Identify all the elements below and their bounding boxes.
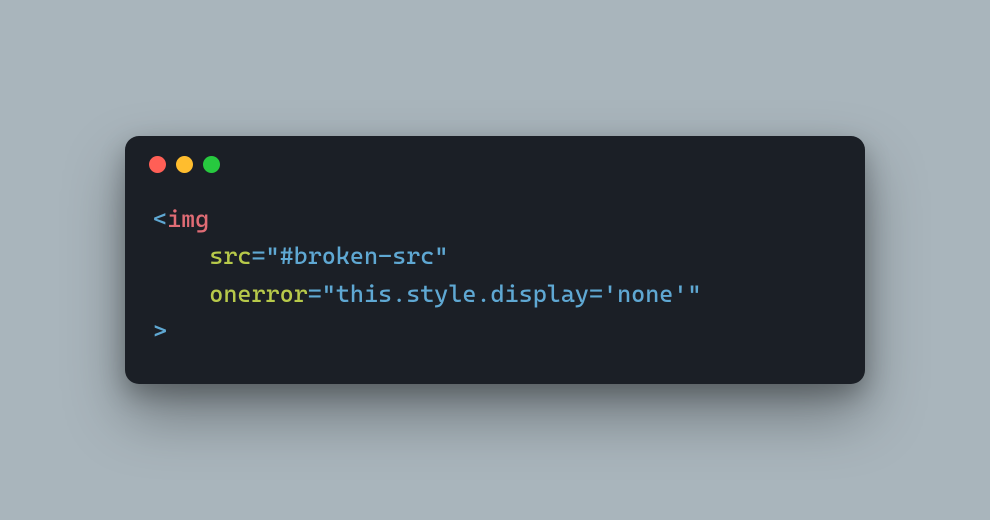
code-window: <img src="#broken-src" onerror="this.sty… xyxy=(125,136,865,384)
tag-name: img xyxy=(167,205,209,233)
window-titlebar xyxy=(125,136,865,177)
equals: = xyxy=(308,280,322,308)
angle-close: > xyxy=(153,317,167,345)
equals: = xyxy=(251,242,265,270)
attr-onerror: onerror xyxy=(209,280,307,308)
angle-open: < xyxy=(153,205,167,233)
indent xyxy=(153,280,209,308)
indent xyxy=(153,242,209,270)
maximize-icon[interactable] xyxy=(203,156,220,173)
src-value: "#broken-src" xyxy=(266,242,449,270)
close-icon[interactable] xyxy=(149,156,166,173)
code-block: <img src="#broken-src" onerror="this.sty… xyxy=(125,177,865,384)
onerror-value: "this.style.display='none'" xyxy=(322,280,702,308)
minimize-icon[interactable] xyxy=(176,156,193,173)
attr-src: src xyxy=(209,242,251,270)
